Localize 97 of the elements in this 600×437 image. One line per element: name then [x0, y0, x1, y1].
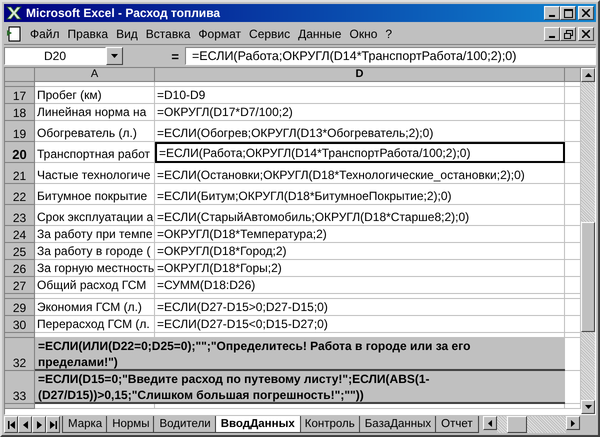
left-arrow-icon	[488, 420, 492, 426]
table-cell: =ОКРУГЛ(D17*D7/100;2)	[157, 105, 293, 120]
minimize-button[interactable]	[544, 6, 560, 20]
equals-sign: =	[171, 48, 179, 64]
excel-icon	[6, 6, 22, 20]
row-header[interactable]: 18	[5, 104, 35, 121]
table-cell: Частые технологиче	[37, 168, 150, 183]
row-header[interactable]: 27	[5, 277, 35, 294]
menu-item[interactable]: Сервис	[245, 27, 294, 41]
table-cell: =ОКРУГЛ(D18*Горы;2)	[157, 261, 282, 276]
table-cell: Срок эксплуатации а	[37, 210, 154, 225]
sheet-nav-button[interactable]	[4, 416, 18, 433]
close-button[interactable]	[578, 27, 594, 41]
sheet-tab[interactable]: Водители	[153, 416, 217, 433]
menu-item[interactable]: ?	[381, 27, 396, 41]
table-cell: =ЕСЛИ(D27-D15>0;D27-D15;0)	[157, 300, 328, 315]
vertical-scrollbar[interactable]	[581, 68, 595, 414]
row-header[interactable]: 21	[5, 163, 35, 184]
row-header[interactable]: 30	[5, 316, 35, 333]
sheet-tab[interactable]: Контроль	[298, 416, 361, 433]
column-header[interactable]: A	[35, 68, 155, 82]
row-header[interactable]: 29	[5, 299, 35, 316]
formula-field[interactable]: =ЕСЛИ(Работа;ОКРУГЛ(D14*ТранспортРабота/100;2);0)	[185, 47, 596, 65]
row-header[interactable]: 26	[5, 260, 35, 277]
up-arrow-icon	[584, 73, 592, 77]
menu-item[interactable]: Формат	[194, 27, 246, 41]
restore-button[interactable]	[560, 27, 576, 41]
horizontal-scrollbar[interactable]	[482, 416, 580, 433]
close-button[interactable]	[578, 6, 594, 20]
table-cell: Перерасход ГСМ (л.	[37, 317, 150, 332]
table-cell: =ОКРУГЛ(D18*Температура;2)	[157, 227, 327, 242]
row-header[interactable]: 19	[5, 121, 35, 142]
table-cell: Экономия ГСМ (л.)	[37, 300, 142, 315]
row-header[interactable]: 17	[5, 87, 35, 104]
right-arrow-icon	[571, 420, 575, 426]
name-box[interactable]: D20	[4, 47, 106, 65]
down-arrow-icon	[584, 405, 592, 409]
menu-item[interactable]: Окно	[345, 27, 382, 41]
row-header[interactable]: 25	[5, 243, 35, 260]
table-cell: =ОКРУГЛ(D18*Город;2)	[157, 244, 287, 259]
row-header[interactable]: 23	[5, 205, 35, 226]
window-title: Microsoft Excel - Расход топлива	[26, 6, 220, 20]
selected-cell[interactable]: =ЕСЛИ(Работа;ОКРУГЛ(D14*ТранспортРабота/100;2);0)	[155, 142, 565, 163]
menu-item[interactable]: Данные	[294, 27, 346, 41]
row-header[interactable]: 22	[5, 184, 35, 205]
table-cell: Битумное покрытие	[37, 189, 148, 204]
table-cell: =ЕСЛИ(ИЛИ(D22=0;D25=0);"";"Определитесь! Работа в городе или за его пределами!")	[35, 338, 565, 371]
table-cell: Транспортная работ	[37, 147, 150, 162]
restore-icon	[564, 30, 572, 38]
close-icon	[582, 30, 590, 38]
sheet-tab[interactable]: ВводДанных	[214, 416, 301, 433]
table-cell: =ЕСЛИ(СтарыйАвтомобиль;ОКРУГЛ(D18*Старше8;2);0)	[157, 210, 470, 225]
scroll-up-button[interactable]	[581, 68, 595, 82]
table-cell: За работу при темпе	[37, 227, 153, 242]
minimize-button[interactable]	[544, 27, 560, 41]
maximize-icon	[564, 8, 572, 18]
sheet-tab[interactable]: Отчет	[435, 416, 479, 433]
row-header[interactable]: 33	[5, 371, 35, 404]
sheet-tab[interactable]: БазаДанных	[358, 416, 438, 433]
menu-item[interactable]: Вид	[112, 27, 142, 41]
scroll-left-button[interactable]	[482, 416, 497, 430]
sheet-nav-button[interactable]	[32, 416, 46, 433]
sheet-tab[interactable]: Марка	[62, 416, 108, 433]
scroll-right-button[interactable]	[566, 416, 580, 430]
dropdown-button[interactable]	[106, 47, 123, 65]
scroll-thumb[interactable]	[506, 416, 527, 433]
close-icon	[582, 9, 590, 17]
menu-item[interactable]: Правка	[64, 27, 112, 41]
sheet-tab[interactable]: Нормы	[106, 416, 156, 433]
row-header[interactable]: 20	[5, 142, 35, 163]
table-cell: Общий расход ГСМ	[37, 278, 146, 293]
row-header[interactable]: 32	[5, 338, 35, 371]
maximize-button[interactable]	[560, 6, 576, 20]
table-cell: =СУММ(D18:D26)	[157, 278, 256, 293]
table-cell: =ЕСЛИ(D15=0;"Введите расход по путевому листу!";ЕСЛИ(ABS(1-(D27/D15))>0,15;"Слишком большая погрешность!";""))	[35, 371, 565, 404]
arrow-icon	[50, 420, 56, 428]
scroll-down-button[interactable]	[581, 400, 595, 414]
document-icon[interactable]	[6, 26, 22, 42]
table-cell: За горную местность	[37, 261, 154, 276]
table-cell: =ЕСЛИ(D27-D15<0;D15-D27;0)	[157, 317, 328, 332]
table-cell: Пробег (км)	[37, 88, 102, 103]
arrow-icon	[8, 420, 14, 428]
row-header[interactable]: 24	[5, 226, 35, 243]
column-header[interactable]: D	[155, 68, 565, 82]
table-cell: Обогреватель (л.)	[37, 126, 137, 141]
table-cell: =D10-D9	[157, 88, 206, 103]
table-cell: Линейная норма на	[37, 105, 146, 120]
scroll-thumb[interactable]	[581, 222, 595, 332]
table-cell: =ЕСЛИ(Обогрев;ОКРУГЛ(D13*Обогреватель;2);0)	[157, 126, 434, 141]
sheet-nav-button[interactable]	[18, 416, 32, 433]
caret-icon	[111, 54, 118, 58]
table-cell: =ЕСЛИ(Остановки;ОКРУГЛ(D18*Технологические_остановки;2);0)	[157, 168, 525, 183]
table-cell: За работу в городе (	[37, 244, 150, 259]
table-cell: =ЕСЛИ(Битум;ОКРУГЛ(D18*БитумноеПокрытие;2);0)	[157, 189, 452, 204]
sheet-nav-button[interactable]	[46, 416, 60, 433]
menu-item[interactable]: Файл	[26, 27, 64, 41]
menu-item[interactable]: Вставка	[142, 27, 194, 41]
